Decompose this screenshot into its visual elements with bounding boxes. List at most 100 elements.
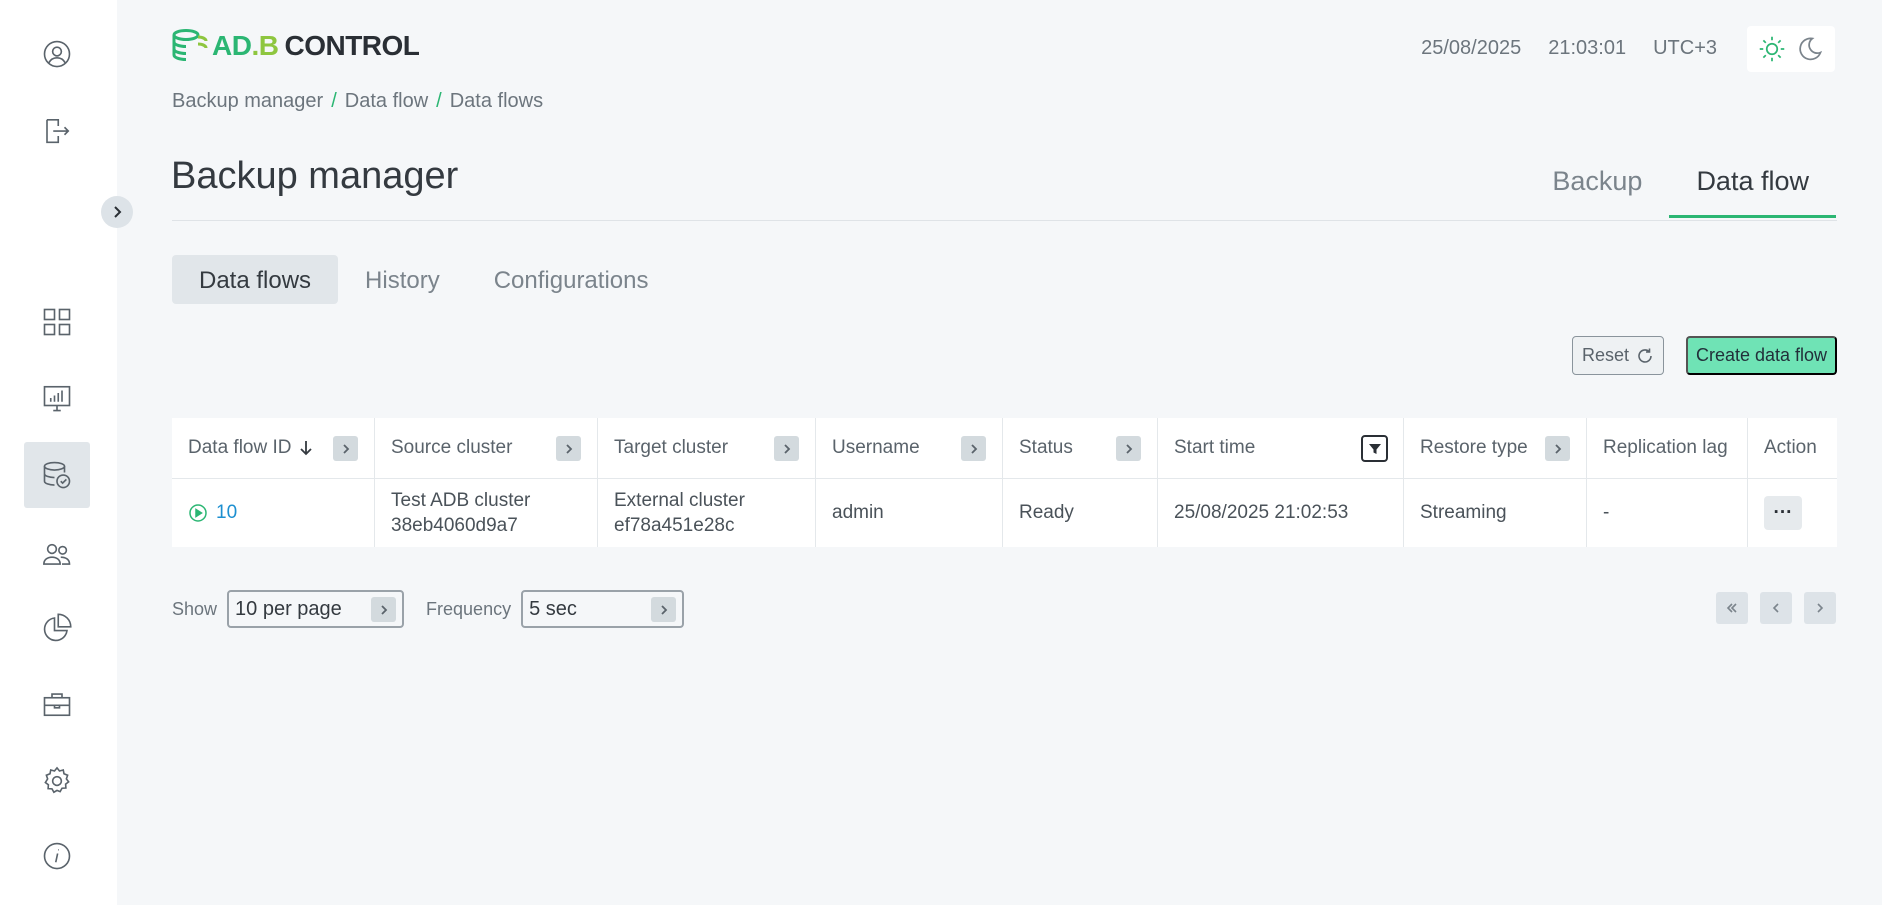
column-label: Source cluster: [391, 437, 513, 458]
frequency-value: 5 sec: [529, 597, 577, 620]
cell-start-time: 25/08/2025 21:02:53: [1158, 479, 1404, 547]
column-header-target-cluster[interactable]: Target cluster: [598, 418, 816, 478]
tab-backup[interactable]: Backup: [1525, 160, 1669, 218]
column-label: Replication lag: [1603, 437, 1728, 458]
sidebar-item-reports[interactable]: [24, 595, 90, 661]
breadcrumb-item-current: Data flows: [449, 90, 544, 112]
column-menu-button[interactable]: [774, 436, 799, 461]
per-page-select[interactable]: 10 per page: [227, 590, 405, 628]
create-data-flow-button[interactable]: Create data flow: [1686, 336, 1837, 375]
gear-icon: [44, 766, 70, 794]
column-header-replication-lag: Replication lag: [1587, 418, 1748, 478]
breadcrumb-item[interactable]: Backup manager: [172, 90, 323, 113]
briefcase-icon: [43, 693, 71, 717]
column-header-data-flow-id[interactable]: Data flow ID: [172, 418, 375, 478]
sort-desc-icon[interactable]: [297, 439, 315, 457]
user-icon: [43, 40, 71, 68]
sub-tabs: Data flows History Configurations: [172, 255, 675, 304]
pagination-controls: Show 10 per page Frequency 5 sec: [172, 590, 685, 628]
row-actions-button[interactable]: ···: [1764, 496, 1802, 530]
logo-dot: .: [251, 30, 259, 61]
logo-database-icon: [172, 29, 208, 61]
column-header-start-time[interactable]: Start time: [1158, 418, 1404, 478]
sidebar-item-users[interactable]: [24, 521, 90, 587]
cell-source-cluster: Test ADB cluster 38eb4060d9a7: [375, 479, 598, 547]
cell-username: admin: [816, 479, 1003, 547]
source-cluster-id: 38eb4060d9a7: [391, 515, 518, 536]
sidebar-item-dashboard[interactable]: [24, 289, 90, 355]
sidebar-item-backup-manager[interactable]: [24, 442, 90, 508]
sidebar-item-jobs[interactable]: [24, 671, 90, 737]
column-menu-button[interactable]: [556, 436, 581, 461]
sidebar-expand-button[interactable]: [101, 196, 133, 228]
chevron-left-icon: [1772, 603, 1779, 613]
subtab-data-flows[interactable]: Data flows: [172, 255, 339, 304]
table-row[interactable]: 10 Test ADB cluster 38eb4060d9a7 Externa…: [172, 479, 1837, 547]
previous-page-button[interactable]: [1760, 592, 1792, 624]
cell-status: Ready: [1003, 479, 1158, 547]
column-menu-button[interactable]: [333, 436, 358, 461]
column-filter-button[interactable]: [1361, 435, 1388, 462]
cell-replication-lag: -: [1587, 479, 1748, 547]
breadcrumb-separator: /: [331, 90, 337, 112]
dashboard-grid-icon: [43, 308, 71, 336]
tab-data-flow[interactable]: Data flow: [1669, 160, 1836, 218]
reset-button-label: Reset: [1581, 345, 1630, 365]
breadcrumb-separator: /: [436, 90, 442, 112]
app-logo[interactable]: AD. B CONTROL: [172, 28, 420, 64]
sidebar-item-profile[interactable]: [24, 21, 90, 87]
data-flow-id: 10: [216, 502, 238, 523]
column-menu-button[interactable]: [961, 436, 986, 461]
column-label: Username: [832, 437, 920, 458]
logo-ad: AD: [212, 30, 252, 61]
filter-icon: [1368, 443, 1381, 454]
pie-chart-icon: [43, 613, 72, 642]
sun-icon[interactable]: [1758, 35, 1786, 63]
chevron-right-icon: [1125, 443, 1132, 454]
column-header-status[interactable]: Status: [1003, 418, 1158, 478]
page-title: Backup manager: [171, 155, 459, 197]
sidebar-item-logout[interactable]: [24, 98, 90, 164]
show-label: Show: [172, 598, 218, 619]
users-group-icon: [43, 543, 71, 565]
data-flow-id-link[interactable]: 10: [188, 502, 237, 524]
source-cluster-name: Test ADB cluster: [391, 490, 531, 511]
column-label: Restore type: [1420, 437, 1528, 458]
backup-database-icon: [43, 461, 71, 489]
info-icon: [43, 842, 71, 870]
chevron-right-icon: [114, 206, 122, 218]
chevron-right-icon: [1817, 603, 1824, 613]
column-menu-button[interactable]: [1545, 436, 1570, 461]
breadcrumb: Backup manager / Data flow / Data flows: [172, 90, 543, 113]
header-time: 21:03:01: [1548, 37, 1627, 59]
target-cluster-name: External cluster: [614, 490, 745, 511]
header-datetime: 25/08/2025 21:03:01 UTC+3: [1421, 37, 1717, 60]
column-header-username[interactable]: Username: [816, 418, 1003, 478]
subtab-history[interactable]: History: [338, 255, 467, 304]
subtab-configurations[interactable]: Configurations: [467, 255, 676, 304]
chevron-right-icon: [371, 597, 397, 622]
target-cluster-id: ef78a451e28c: [614, 515, 735, 536]
frequency-select[interactable]: 5 sec: [521, 590, 685, 628]
column-header-restore-type[interactable]: Restore type: [1404, 418, 1587, 478]
reset-button[interactable]: Reset: [1572, 336, 1664, 375]
main-tabs: Backup Data flow: [1525, 160, 1836, 218]
logo-b: B: [258, 30, 279, 61]
column-header-action: Action: [1748, 418, 1837, 478]
chevron-right-icon: [651, 597, 677, 622]
sidebar-item-monitoring[interactable]: [24, 365, 90, 431]
next-page-button[interactable]: [1804, 592, 1836, 624]
header-date: 25/08/2025: [1421, 37, 1522, 59]
first-page-button[interactable]: [1716, 592, 1748, 624]
logo-control: CONTROL: [284, 30, 420, 61]
chevron-right-icon: [342, 443, 349, 454]
breadcrumb-item[interactable]: Data flow: [345, 90, 428, 113]
column-menu-button[interactable]: [1116, 436, 1141, 461]
sidebar-item-about[interactable]: [24, 823, 90, 889]
refresh-icon: [1638, 348, 1652, 363]
column-header-source-cluster[interactable]: Source cluster: [375, 418, 598, 478]
monitoring-chart-icon: [43, 385, 71, 412]
moon-icon[interactable]: [1796, 35, 1824, 63]
header-timezone: UTC+3: [1653, 37, 1717, 59]
sidebar-item-settings[interactable]: [24, 748, 90, 814]
